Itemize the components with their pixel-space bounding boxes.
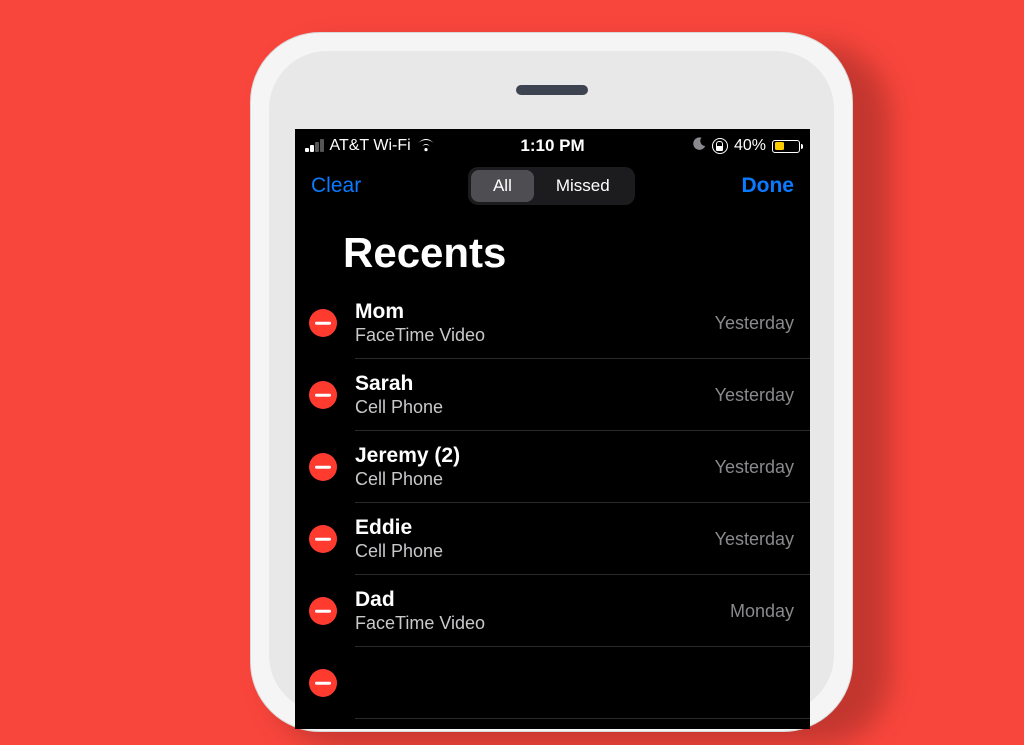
segmented-control: All Missed: [468, 167, 635, 205]
phone-frame: AT&T Wi-Fi 1:10 PM 40% Clear All: [250, 32, 853, 732]
call-row[interactable]: [295, 647, 810, 719]
delete-call-button[interactable]: [309, 669, 337, 697]
call-row[interactable]: Sarah Cell Phone Yesterday: [295, 359, 810, 431]
call-time: Yesterday: [715, 385, 796, 406]
status-bar: AT&T Wi-Fi 1:10 PM 40%: [295, 129, 810, 157]
screen: AT&T Wi-Fi 1:10 PM 40% Clear All: [295, 129, 810, 729]
battery-percentage: 40%: [734, 137, 766, 155]
segment-all[interactable]: All: [471, 170, 534, 202]
delete-call-button[interactable]: [309, 525, 337, 553]
call-time: Yesterday: [715, 313, 796, 334]
segment-missed[interactable]: Missed: [534, 170, 632, 202]
call-subtitle: FaceTime Video: [355, 613, 730, 635]
call-name: Jeremy (2): [355, 444, 715, 468]
call-name: Mom: [355, 300, 715, 324]
call-name: Eddie: [355, 516, 715, 540]
wifi-icon: [417, 138, 435, 155]
call-time: Yesterday: [715, 529, 796, 550]
delete-call-button[interactable]: [309, 381, 337, 409]
call-row[interactable]: Mom FaceTime Video Yesterday: [295, 287, 810, 359]
call-name: Dad: [355, 588, 730, 612]
call-time: Monday: [730, 601, 796, 622]
recents-list: Mom FaceTime Video Yesterday Sarah Cell …: [295, 287, 810, 719]
battery-fill: [775, 142, 784, 150]
call-subtitle: FaceTime Video: [355, 325, 715, 347]
call-name: Sarah: [355, 372, 715, 396]
call-row[interactable]: Dad FaceTime Video Monday: [295, 575, 810, 647]
clear-button[interactable]: Clear: [309, 170, 363, 202]
call-row[interactable]: Jeremy (2) Cell Phone Yesterday: [295, 431, 810, 503]
cellular-signal-icon: [305, 140, 324, 152]
nav-bar: Clear All Missed Done: [295, 161, 810, 211]
delete-call-button[interactable]: [309, 309, 337, 337]
do-not-disturb-icon: [692, 137, 706, 155]
call-row[interactable]: Eddie Cell Phone Yesterday: [295, 503, 810, 575]
call-subtitle: Cell Phone: [355, 397, 715, 419]
page-title: Recents: [295, 211, 810, 287]
orientation-lock-icon: [712, 138, 728, 154]
call-time: Yesterday: [715, 457, 796, 478]
delete-call-button[interactable]: [309, 597, 337, 625]
call-subtitle: Cell Phone: [355, 469, 715, 491]
phone-speaker: [516, 85, 588, 95]
call-subtitle: Cell Phone: [355, 541, 715, 563]
carrier-label: AT&T Wi-Fi: [330, 137, 411, 155]
done-button[interactable]: Done: [739, 170, 796, 202]
battery-icon: [772, 140, 800, 153]
delete-call-button[interactable]: [309, 453, 337, 481]
